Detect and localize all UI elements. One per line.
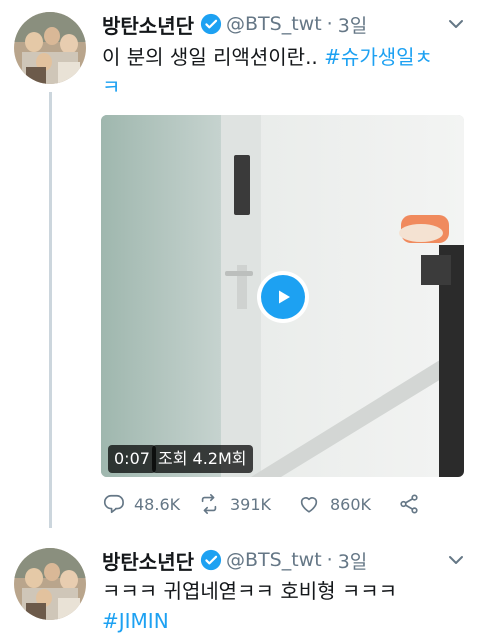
share-button[interactable] [398,490,430,518]
like-icon [300,497,318,513]
play-button[interactable] [257,271,309,323]
timestamp[interactable]: 3일 [338,547,368,574]
play-icon [261,275,305,319]
verified-badge-icon [200,549,222,571]
author-name[interactable]: 방탄소년단 [102,10,194,39]
avatar[interactable] [14,548,86,620]
separator: · [326,549,333,571]
like-button[interactable]: 860K [298,490,371,518]
author-handle[interactable]: @BTS_twt [226,13,322,35]
hashtag-link[interactable]: #JIMIN [102,609,169,633]
author-name[interactable]: 방탄소년단 [102,546,194,575]
author-handle[interactable]: @BTS_twt [226,549,322,571]
video-duration: 0:07 [108,445,156,473]
tweet[interactable]: 방탄소년단 @BTS_twt · 3일 ㅋㅋㅋ 귀엽네엳ㅋㅋ 호비형 ㅋㅋㅋ #… [0,540,480,641]
video-views: 조회 4.2M회 [152,445,253,473]
tweet-text: 이 분의 생일 리액션이란.. #슈가생일ㅊ ㅋ [102,42,468,102]
separator: · [326,13,333,35]
tweet-text: ㅋㅋㅋ 귀엽네엳ㅋㅋ 호비형 ㅋㅋㅋ #JIMIN [102,576,468,636]
retweet-count: 391K [230,494,272,514]
reply-button[interactable]: 48.6K [102,490,180,518]
tweet-actions: 48.6K 391K 860K [102,490,442,518]
like-count: 860K [330,494,372,514]
share-icon [400,494,418,514]
reply-count: 48.6K [134,494,181,514]
reply-icon [103,494,124,514]
chevron-down-icon[interactable] [446,14,466,34]
retweet-icon [201,494,217,514]
tweet-header: 방탄소년단 @BTS_twt · 3일 [102,10,367,38]
hashtag-link[interactable]: #슈가생일ㅊ [324,45,433,69]
avatar[interactable] [14,12,86,84]
verified-badge-icon [200,13,222,35]
chevron-down-icon[interactable] [446,550,466,570]
tweet-header: 방탄소년단 @BTS_twt · 3일 [102,546,367,574]
tweet[interactable]: 방탄소년단 @BTS_twt · 3일 이 분의 생일 리액션이란.. #슈가생… [0,0,480,540]
timestamp[interactable]: 3일 [338,11,368,38]
hashtag-link-continuation[interactable]: ㅋ [102,75,120,99]
retweet-button[interactable]: 391K [198,490,271,518]
tweet-text-body: ㅋㅋㅋ 귀엽네엳ㅋㅋ 호비형 ㅋㅋㅋ [102,579,398,603]
tweet-text-body: 이 분의 생일 리액션이란.. [102,45,325,69]
